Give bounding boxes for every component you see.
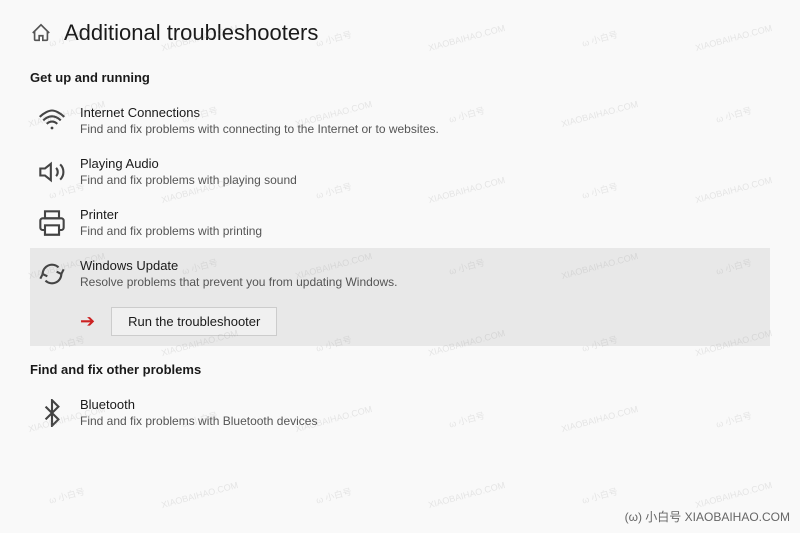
list-item[interactable]: Playing Audio Find and fix problems with… (30, 146, 770, 197)
run-button-row: ➔ Run the troubleshooter (30, 299, 770, 346)
section-heading-get-up: Get up and running (30, 70, 770, 85)
item-name: Printer (80, 207, 262, 222)
item-name: Windows Update (80, 258, 398, 273)
troubleshooter-list-2: Bluetooth Find and fix problems with Blu… (30, 387, 770, 438)
item-name: Playing Audio (80, 156, 297, 171)
list-item[interactable]: Printer Find and fix problems with print… (30, 197, 770, 248)
item-name: Bluetooth (80, 397, 317, 412)
item-desc: Find and fix problems with playing sound (80, 173, 297, 187)
item-desc: Resolve problems that prevent you from u… (80, 275, 398, 289)
item-desc: Find and fix problems with connecting to… (80, 122, 439, 136)
list-item[interactable]: Internet Connections Find and fix proble… (30, 95, 770, 146)
run-troubleshooter-button[interactable]: Run the troubleshooter (111, 307, 277, 336)
item-desc: Find and fix problems with printing (80, 224, 262, 238)
section-heading-find-fix: Find and fix other problems (30, 362, 770, 377)
item-content: Printer Find and fix problems with print… (80, 207, 262, 238)
item-name: Internet Connections (80, 105, 439, 120)
arrow-right-icon: ➔ (80, 311, 95, 332)
home-icon[interactable] (30, 22, 52, 44)
page-title: Additional troubleshooters (64, 20, 318, 46)
watermark-bottom: (ω) 小白号 XIAOBAIHAO.COM (625, 508, 790, 525)
item-content: Windows Update Resolve problems that pre… (80, 258, 398, 289)
list-item[interactable]: Bluetooth Find and fix problems with Blu… (30, 387, 770, 438)
printer-icon (38, 209, 66, 237)
page-header: Additional troubleshooters (30, 20, 770, 46)
audio-icon (38, 158, 66, 186)
troubleshooter-list-1: Internet Connections Find and fix proble… (30, 95, 770, 346)
item-content: Internet Connections Find and fix proble… (80, 105, 439, 136)
item-content: Playing Audio Find and fix problems with… (80, 156, 297, 187)
item-desc: Find and fix problems with Bluetooth dev… (80, 414, 317, 428)
list-item-windows-update[interactable]: Windows Update Resolve problems that pre… (30, 248, 770, 299)
bluetooth-icon (38, 399, 66, 427)
update-icon (38, 260, 66, 288)
page-container: ω 小白号 XIAOBAIHAO.COM ω 小白号 XIAOBAIHAO.CO… (0, 0, 800, 533)
wifi-icon (38, 107, 66, 135)
item-content: Bluetooth Find and fix problems with Blu… (80, 397, 317, 428)
